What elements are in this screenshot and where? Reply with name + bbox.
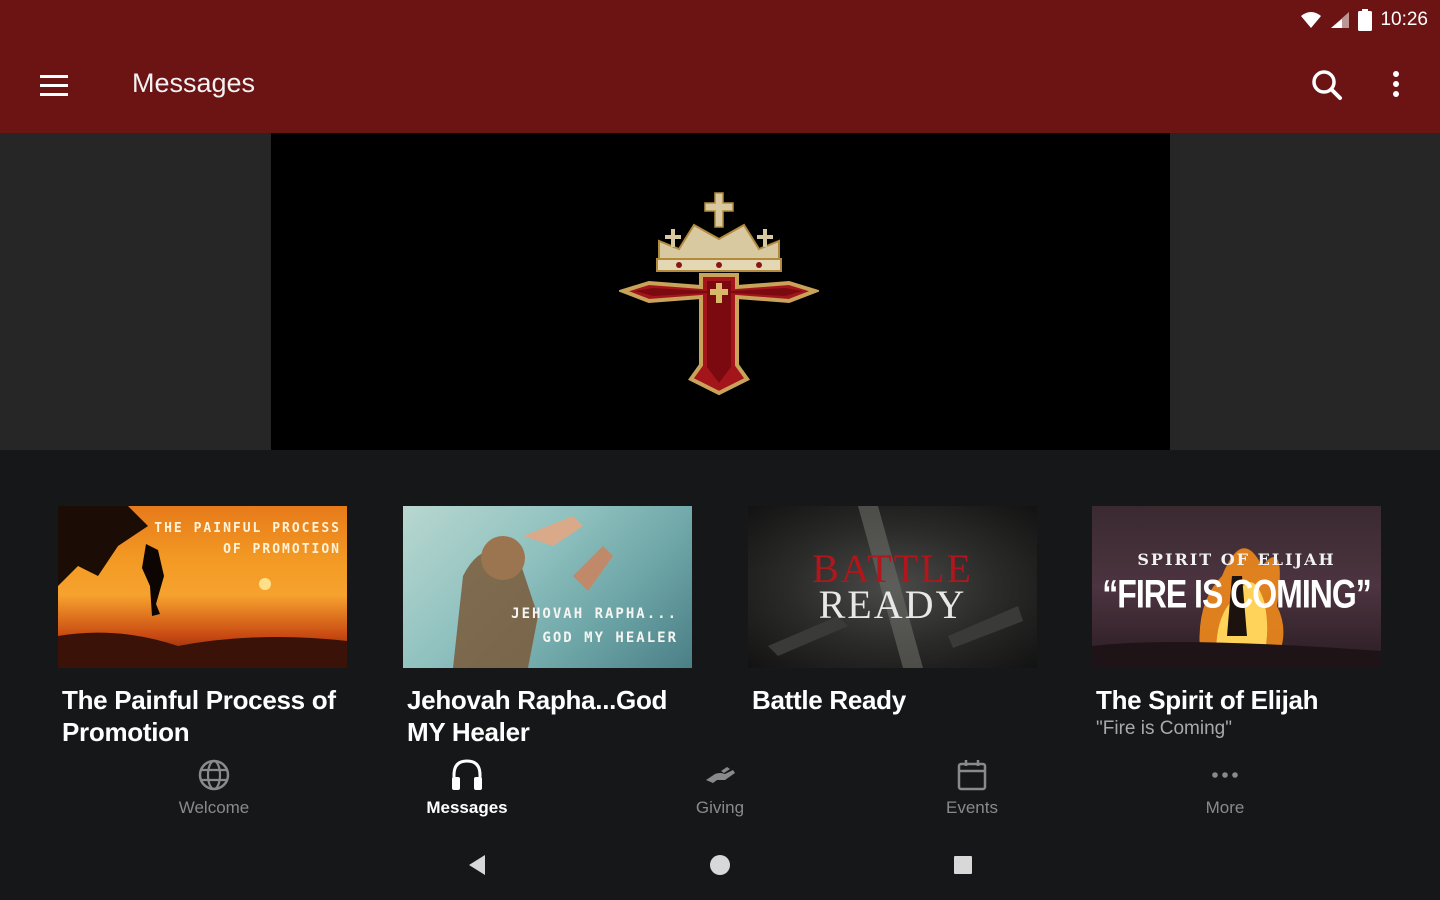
message-card-spirit-of-elijah[interactable]: SPIRIT OF ELIJAH “FIRE IS COMING” The Sp… <box>1092 506 1381 740</box>
battery-icon <box>1358 9 1373 31</box>
message-thumbnail: THE PAINFUL PROCESS OF PROMOTION <box>58 506 347 668</box>
back-icon[interactable] <box>463 850 493 880</box>
status-time: 10:26 <box>1380 9 1428 30</box>
signal-icon <box>1331 12 1350 28</box>
card-subtitle: "Fire is Coming" <box>1096 718 1232 739</box>
hamburger-menu-icon[interactable] <box>36 69 72 105</box>
calendar-icon <box>957 760 987 791</box>
message-card-painful-process[interactable]: THE PAINFUL PROCESS OF PROMOTION The Pai… <box>58 506 347 748</box>
card-title: The Painful Process of Promotion <box>62 685 336 747</box>
nav-item-messages[interactable]: Messages <box>377 752 557 822</box>
message-thumbnail: SPIRIT OF ELIJAH “FIRE IS COMING” <box>1092 506 1381 668</box>
home-icon[interactable] <box>705 850 735 880</box>
search-icon[interactable] <box>1308 66 1346 104</box>
giving-hand-icon <box>706 767 735 783</box>
more-horiz-icon <box>1212 772 1238 778</box>
thumbnail-text: THE PAINFUL PROCESS OF PROMOTION <box>154 521 341 557</box>
nav-label: Welcome <box>178 798 250 817</box>
crown-icon <box>656 192 782 272</box>
app-bar: Messages <box>0 40 1440 133</box>
crowned-cross-logo <box>619 192 819 396</box>
page-title: Messages <box>132 68 256 98</box>
hero-banner[interactable] <box>271 133 1170 450</box>
status-icons: 10:26 <box>1300 6 1428 34</box>
thumbnail-text-fire: “FIRE IS COMING” <box>1102 571 1371 617</box>
card-title: The Spirit of Elijah <box>1096 685 1319 715</box>
cross-icon <box>619 273 819 396</box>
message-card-jehovah-rapha[interactable]: JEHOVAH RAPHA... GOD MY HEALER Jehovah R… <box>403 506 692 748</box>
card-title: Jehovah Rapha...God MY Healer <box>407 685 668 747</box>
globe-icon <box>198 759 230 791</box>
thumbnail-text-spirit: SPIRIT OF ELIJAH <box>1137 550 1336 569</box>
status-bar: 10:26 <box>0 0 1440 40</box>
thumbnail-text: JEHOVAH RAPHA... GOD MY HEALER <box>511 606 678 646</box>
system-navigation-bar <box>0 830 1440 900</box>
message-thumbnail: BATTLE READY <box>748 506 1037 668</box>
nav-label: Messages <box>426 798 508 817</box>
nav-label: Giving <box>695 798 745 817</box>
message-card-battle-ready[interactable]: BATTLE READY Battle Ready <box>748 506 1037 716</box>
more-vert-icon[interactable] <box>1382 66 1410 104</box>
headphones-icon <box>452 759 482 790</box>
nav-item-more[interactable]: More <box>1135 752 1315 822</box>
nav-item-events[interactable]: Events <box>882 752 1062 822</box>
message-thumbnail: JEHOVAH RAPHA... GOD MY HEALER <box>403 506 692 668</box>
nav-label: More <box>1205 798 1245 817</box>
recents-icon[interactable] <box>948 850 978 880</box>
thumbnail-text-ready: READY <box>818 582 967 627</box>
card-title: Battle Ready <box>752 685 906 715</box>
nav-item-giving[interactable]: Giving <box>630 752 810 822</box>
wifi-icon <box>1301 12 1322 28</box>
bottom-navigation: Welcome Messages Giving Events More <box>0 752 1440 822</box>
nav-item-welcome[interactable]: Welcome <box>124 752 304 822</box>
nav-label: Events <box>946 798 998 817</box>
